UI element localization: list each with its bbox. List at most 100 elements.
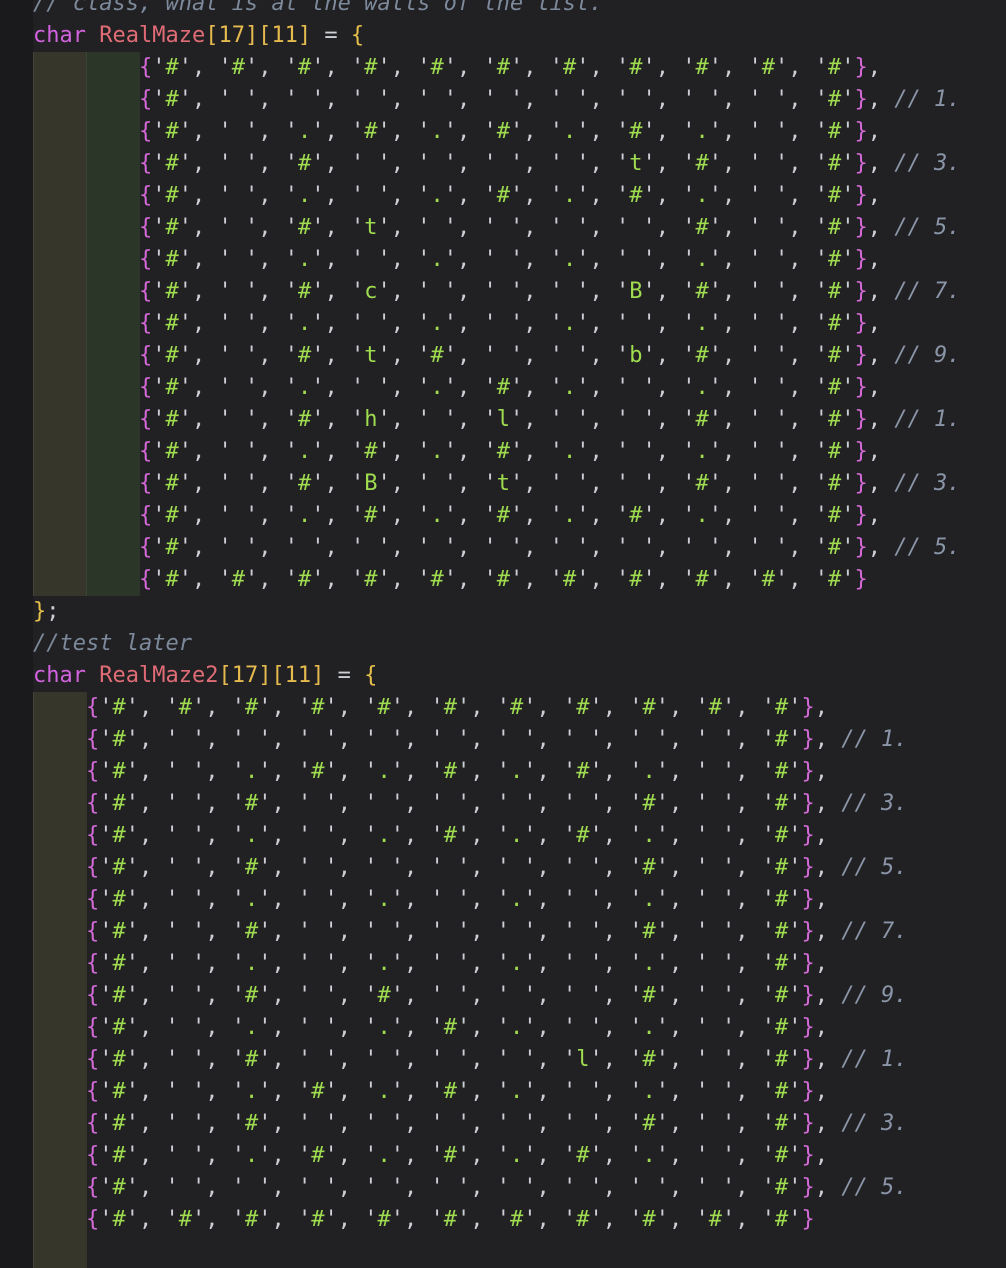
maze-row-line[interactable]: {'#', ' ', '.', ' ', '.', ' ', '.', ' ',… <box>33 884 1006 916</box>
code-token-punct: ' <box>722 695 735 720</box>
maze-row-line[interactable]: {'#', '#', '#', '#', '#', '#', '#', '#',… <box>33 564 1006 596</box>
code-token-punct: ' <box>245 55 258 80</box>
maze-row-line[interactable]: {'#', ' ', ' ', ' ', ' ', ' ', ' ', ' ',… <box>33 1172 1006 1204</box>
code-token-punct: ' <box>788 1015 801 1040</box>
maze-row-line[interactable]: {'#', ' ', '#', 't', ' ', ' ', ' ', ' ',… <box>33 212 1006 244</box>
maze-row-line[interactable]: {'#', '#', '#', '#', '#', '#', '#', '#',… <box>33 692 1006 724</box>
maze-row-line[interactable]: {'#', ' ', '.', '#', '.', '#', '.', ' ',… <box>33 436 1006 468</box>
maze-row-line[interactable]: {'#', '#', '#', '#', '#', '#', '#', '#',… <box>33 1204 1006 1236</box>
code-token-punct: ' <box>430 1047 443 1072</box>
maze-row-line[interactable]: {'#', ' ', '.', ' ', '.', '#', '.', ' ',… <box>33 1012 1006 1044</box>
code-token-str: # <box>165 247 178 272</box>
maze-row-line[interactable]: {'#', ' ', '#', ' ', ' ', ' ', ' ', ' ',… <box>33 852 1006 884</box>
array-declaration-line[interactable]: char RealMaze[17][11] = { <box>33 20 1006 52</box>
maze-row-line[interactable]: {'#', ' ', '#', ' ', ' ', ' ', ' ', 'l',… <box>33 1044 1006 1076</box>
maze-row-line[interactable]: {'#', ' ', '#', ' ', '#', ' ', ' ', ' ',… <box>33 980 1006 1012</box>
code-token-punct: ' <box>377 215 390 240</box>
code-token-punct: , <box>603 695 630 720</box>
code-token-punct: ' <box>311 407 324 432</box>
maze-row-line[interactable]: {'#', ' ', '#', ' ', ' ', ' ', ' ', ' ',… <box>33 1108 1006 1140</box>
code-token-punct: ' <box>629 951 642 976</box>
maze-row-line[interactable]: {'#', ' ', '.', ' ', '.', '#', '.', '#',… <box>33 180 1006 212</box>
code-token-punct: ' <box>324 823 337 848</box>
maze-row-line[interactable]: {'#', ' ', '.', ' ', '.', ' ', '.', ' ',… <box>33 308 1006 340</box>
code-token-punct: ' <box>192 1015 205 1040</box>
maze-row-line[interactable]: {'#', ' ', '#', ' ', ' ', ' ', ' ', ' ',… <box>33 788 1006 820</box>
maze-row-line[interactable]: {'#', ' ', ' ', ' ', ' ', ' ', ' ', ' ',… <box>33 84 1006 116</box>
maze-row-line[interactable]: {'#', ' ', '#', 't', '#', ' ', ' ', 'b',… <box>33 340 1006 372</box>
code-token-punct: ' <box>642 535 655 560</box>
code-token-punct: , <box>669 695 696 720</box>
code-token-brace2: } <box>854 343 867 368</box>
code-token-str <box>629 407 642 432</box>
code-token-brace2: } <box>854 87 867 112</box>
maze-row-line[interactable]: {'#', ' ', '.', '#', '.', '#', '.', '#',… <box>33 1140 1006 1172</box>
code-token-str <box>179 983 192 1008</box>
code-token-punct: ' <box>179 279 192 304</box>
maze-row-line[interactable]: {'#', ' ', '.', ' ', '.', ' ', '.', ' ',… <box>33 948 1006 980</box>
code-token-punct: , <box>139 919 166 944</box>
code-token-punct: , <box>338 855 365 880</box>
array-close-line[interactable]: }; <box>33 596 1006 628</box>
code-token-brace2: } <box>801 855 814 880</box>
code-token-str <box>563 407 576 432</box>
code-token-punct: ' <box>483 279 496 304</box>
code-token-punct: ' <box>616 119 629 144</box>
code-token-str: # <box>642 695 655 720</box>
code-token-str <box>762 183 775 208</box>
code-token-punct: ' <box>497 727 510 752</box>
code-token-punct: ' <box>748 151 761 176</box>
code-editor[interactable]: // class, what is at the walls of the li… <box>0 0 1006 1268</box>
code-token-str: . <box>510 887 523 912</box>
code-token-punct: , <box>735 1015 762 1040</box>
maze-row-line[interactable]: {'#', ' ', ' ', ' ', ' ', ' ', ' ', ' ',… <box>33 724 1006 756</box>
code-token-punct: ' <box>483 439 496 464</box>
clipped-comment-line[interactable]: // class, what is at the walls of the li… <box>33 0 1006 20</box>
code-token-punct: ' <box>497 695 510 720</box>
code-token-punct: ' <box>550 311 563 336</box>
maze-row-line[interactable]: {'#', ' ', '.', ' ', '.', '#', '.', ' ',… <box>33 372 1006 404</box>
code-token-punct <box>324 663 337 688</box>
maze-row-line[interactable]: {'#', ' ', ' ', ' ', ' ', ' ', ' ', ' ',… <box>33 532 1006 564</box>
code-token-punct: ' <box>748 439 761 464</box>
code-token-punct: , <box>669 1015 696 1040</box>
code-token-str <box>576 1111 589 1136</box>
code-token-punct: , <box>258 375 285 400</box>
maze-row-line[interactable]: {'#', ' ', '#', 'c', ' ', ' ', ' ', 'B',… <box>33 276 1006 308</box>
code-token-punct: ' <box>656 1111 669 1136</box>
code-token-punct: , <box>815 855 828 880</box>
code-token-punct: ' <box>444 471 457 496</box>
code-token-punct: , <box>457 439 484 464</box>
code-token-punct: ' <box>324 695 337 720</box>
code-token-punct: , <box>788 87 815 112</box>
code-token-punct: ' <box>563 1079 576 1104</box>
code-token-punct: ' <box>709 311 722 336</box>
maze-row-line[interactable]: {'#', '#', '#', '#', '#', '#', '#', '#',… <box>33 52 1006 84</box>
divider-comment-line[interactable]: //test later <box>33 628 1006 660</box>
code-token-str: # <box>112 727 125 752</box>
array-declaration-line[interactable]: char RealMaze2[17][11] = { <box>33 660 1006 692</box>
code-token-punct: ' <box>126 791 139 816</box>
code-token-punct: ' <box>523 727 536 752</box>
code-token-punct: ' <box>126 1079 139 1104</box>
code-token-punct <box>881 535 894 560</box>
maze-row-line[interactable]: {'#', ' ', '.', '#', '.', '#', '.', '#',… <box>33 116 1006 148</box>
maze-row-line[interactable]: {'#', ' ', '.', '#', '.', '#', '.', '#',… <box>33 500 1006 532</box>
maze-row-line[interactable]: {'#', ' ', '#', ' ', ' ', ' ', ' ', ' ',… <box>33 916 1006 948</box>
code-token-punct: ' <box>762 1111 775 1136</box>
code-token-brace2: { <box>139 87 152 112</box>
code-token-brace2: { <box>86 695 99 720</box>
code-token-punct: ' <box>563 1143 576 1168</box>
code-token-str: # <box>298 471 311 496</box>
code-token-str: # <box>576 759 589 784</box>
maze-row-line[interactable]: {'#', ' ', '#', 'B', ' ', 't', ' ', ' ',… <box>33 468 1006 500</box>
code-token-punct: ' <box>444 215 457 240</box>
maze-row-line[interactable]: {'#', ' ', '.', ' ', '.', ' ', '.', ' ',… <box>33 244 1006 276</box>
maze-row-line[interactable]: {'#', ' ', '.', '#', '.', '#', '.', ' ',… <box>33 1076 1006 1108</box>
code-token-punct: , <box>391 439 418 464</box>
maze-row-line[interactable]: {'#', ' ', '#', 'h', ' ', 'l', ' ', ' ',… <box>33 404 1006 436</box>
code-token-rowcomment: // 7. <box>841 919 907 944</box>
maze-row-line[interactable]: {'#', ' ', '.', ' ', '.', '#', '.', '#',… <box>33 820 1006 852</box>
maze-row-line[interactable]: {'#', ' ', '#', ' ', ' ', ' ', ' ', 't',… <box>33 148 1006 180</box>
maze-row-line[interactable]: {'#', ' ', '.', '#', '.', '#', '.', '#',… <box>33 756 1006 788</box>
